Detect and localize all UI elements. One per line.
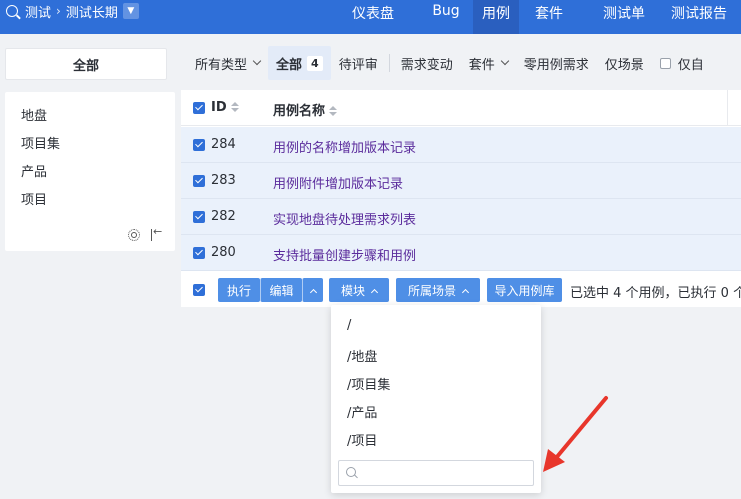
annotation-arrow [543,396,608,472]
arrow-shaft [554,396,608,460]
